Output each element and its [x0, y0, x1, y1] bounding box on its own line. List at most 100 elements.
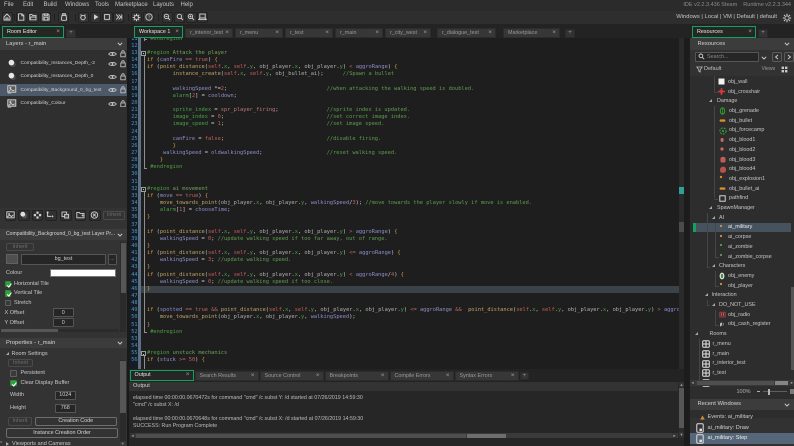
zoom-slider-track[interactable]	[762, 391, 787, 393]
tree-item-obj-wall[interactable]: obj_wall	[693, 77, 791, 87]
layer-row-compatibility_instances_depth_-2[interactable]: Compatibility_Instances_Depth_-2	[0, 58, 127, 70]
room-properties-header[interactable]: Properties - r_main	[0, 337, 127, 348]
code-line-23[interactable]: image_speed = 1; //set image speed.	[147, 121, 385, 128]
code-line-45[interactable]: walkingSpeed = 0; //update walking speed…	[147, 279, 333, 286]
height-input[interactable]: 768	[54, 403, 76, 413]
output-tab-output[interactable]: Output ×	[129, 369, 194, 381]
tree-item-obj-radio[interactable]: obj_radio	[693, 310, 791, 320]
right-dock-add-tab-button[interactable]: +	[758, 29, 768, 38]
x-offset-input[interactable]: 0	[53, 308, 74, 317]
clean-button[interactable]	[113, 12, 124, 23]
tree-item-obj-blood3[interactable]: obj_blood3	[693, 155, 791, 165]
tree-hscroll-right-icon[interactable]: ►	[789, 380, 794, 385]
output-tab-search-results[interactable]: Search Results ×	[194, 370, 259, 381]
tree-item-obj-blood1[interactable]: obj_blood1	[693, 135, 791, 145]
checkbox-stretch[interactable]	[4, 299, 11, 306]
tab-close-icon[interactable]: ×	[315, 372, 323, 379]
tree-item-r-menu[interactable]: r_menu	[693, 339, 791, 349]
code-line-32[interactable]: #region ai movement	[147, 186, 208, 193]
menu-help[interactable]: Help	[181, 0, 193, 11]
menu-edit[interactable]: Edit	[23, 0, 33, 11]
output-hscroll-left-icon[interactable]: ◄	[130, 433, 135, 438]
config-filter-value[interactable]: Default	[704, 66, 721, 72]
creation-code-button[interactable]: Creation Code	[35, 416, 117, 426]
code-line-21[interactable]: sprite_index = spr_player_firing; //spri…	[147, 107, 410, 114]
code-line-25[interactable]: canFire = false; //disable firing.	[147, 136, 382, 143]
tab-workspace-1[interactable]: Workspace 1 ×	[134, 25, 183, 38]
zoom-reset-button[interactable]	[174, 12, 186, 23]
code-line-50[interactable]: move_towards_point(obj_player.x, obj_pla…	[147, 314, 356, 321]
layer-props-inherit-button[interactable]: Inherit	[6, 242, 34, 251]
menu-tools[interactable]: Tools	[95, 0, 109, 11]
target-device-selector[interactable]: Windows | Local | VM | Default | default	[676, 11, 777, 24]
output-tab-syntax-errors[interactable]: Syntax Errors ×	[454, 370, 519, 381]
code-editor[interactable]: 11 12 13 14 15 16 17 18 19 20 21 22 23 24 25 26 27 28 29 30…	[129, 38, 684, 369]
layer-row-compatibility_colour[interactable]: Compatibility_Colour	[0, 97, 127, 109]
tree-item-obj-forcecamp[interactable]: obj_forcecamp	[693, 126, 791, 136]
code-line-38[interactable]: if (point_distance(self.x, self.y, obj_p…	[147, 229, 397, 236]
help-button[interactable]: ?	[143, 12, 154, 23]
checkbox-persistent[interactable]	[10, 370, 17, 377]
code-line-18[interactable]: walkingSpeed *=2; //when attacking the w…	[147, 86, 475, 93]
zoom-out-button[interactable]	[161, 12, 173, 23]
tab-r-dialogue-test[interactable]: r_dialogue_test ×	[437, 27, 496, 38]
code-line-27[interactable]: walkingSpeed = oldwalkingSpeed; //reset …	[147, 150, 397, 157]
tree-hscroll-left-icon[interactable]: ◄	[690, 380, 695, 385]
eye-icon[interactable]	[108, 74, 117, 80]
output-tab-compile-errors[interactable]: Compile Errors ×	[389, 370, 454, 381]
code-line-43[interactable]: }	[147, 264, 150, 271]
tab-r-menu[interactable]: r_menu ×	[235, 27, 283, 38]
debug-button[interactable]	[77, 12, 89, 23]
tab-r-city-west[interactable]: r_city_west ×	[385, 27, 431, 38]
output-tab-breakpoints[interactable]: Breakpoints ×	[324, 370, 389, 381]
tree-item-rooms[interactable]: Rooms	[693, 329, 791, 339]
search-next-button[interactable]	[783, 51, 794, 62]
checkbox-clear-display-buffer[interactable]	[10, 379, 17, 387]
expand-triangle-icon[interactable]	[711, 264, 715, 268]
colour-swatch[interactable]	[50, 268, 116, 277]
layer-inherit-button[interactable]: Inherit	[103, 211, 125, 220]
tree-item-pathfind[interactable]: pathfind	[693, 194, 791, 204]
section-room-settings[interactable]: Room Settings	[6, 351, 48, 357]
expand-triangle-icon[interactable]	[704, 293, 708, 297]
sprite-menu-button[interactable]: ...	[108, 253, 117, 265]
code-line-42[interactable]: walkingSpeed = 3; //update walking speed…	[147, 257, 292, 264]
target-button[interactable]	[58, 12, 70, 23]
code-line-13[interactable]: #region Attack the player	[147, 50, 227, 57]
instance-creation-order-button[interactable]: Instance Creation Order	[6, 428, 118, 438]
open-project-button[interactable]	[27, 12, 39, 23]
tab-close-icon[interactable]: ×	[374, 29, 382, 36]
tab-room-editor[interactable]: Room Editor ×	[2, 25, 64, 38]
tree-item-obj-bullet[interactable]: obj_bullet	[693, 116, 791, 126]
menu-file[interactable]: File	[4, 0, 14, 11]
eye-icon[interactable]	[108, 61, 117, 67]
tab-close-icon[interactable]: ×	[324, 29, 332, 36]
tree-item-obj-bullet-ai[interactable]: obj_bullet_ai	[693, 184, 791, 194]
home-button[interactable]	[1, 12, 13, 23]
fold-region-icon[interactable]	[141, 186, 146, 192]
code-line-46[interactable]: }	[147, 286, 150, 293]
tree-item-obj-explosion1[interactable]: obj_explosion1	[693, 174, 791, 184]
save-all-button[interactable]	[40, 12, 52, 23]
tree-item-obj-cash-register[interactable]: obj_cash_register	[693, 320, 791, 330]
tree-item-r-interior-test[interactable]: r_interior_test	[693, 358, 791, 368]
laptop-mode-button[interactable]	[197, 12, 208, 23]
layer-row-compatibility_background_0_bg_test[interactable]: Compatibility_Background_0_bg_test	[0, 83, 127, 97]
code-line-44[interactable]: if (point_distance(self.x, self.y, obj_p…	[147, 272, 404, 279]
menu-windows[interactable]: Windows	[65, 0, 89, 11]
output-tab-source-control[interactable]: Source Control ×	[259, 370, 324, 381]
views-toggle-icon[interactable]	[781, 66, 788, 73]
resources-header[interactable]: Resources	[689, 38, 794, 50]
tree-item-obj-enemy[interactable]: obj_enemy	[693, 271, 791, 281]
zoom-plus-icon[interactable]	[790, 389, 794, 394]
new-background-layer-button[interactable]	[4, 209, 16, 221]
tree-item-damage[interactable]: Damage	[693, 97, 791, 107]
code-line-33[interactable]: if (move == true) {	[147, 193, 208, 200]
left-splitter[interactable]	[127, 38, 129, 446]
zoom-minus-icon[interactable]	[756, 391, 760, 393]
code-line-28[interactable]: }	[147, 157, 163, 164]
tab-close-icon[interactable]: ×	[224, 29, 232, 36]
lock-icon[interactable]	[119, 60, 126, 68]
expand-triangle-icon[interactable]	[709, 206, 712, 210]
eye-icon[interactable]	[108, 101, 117, 107]
